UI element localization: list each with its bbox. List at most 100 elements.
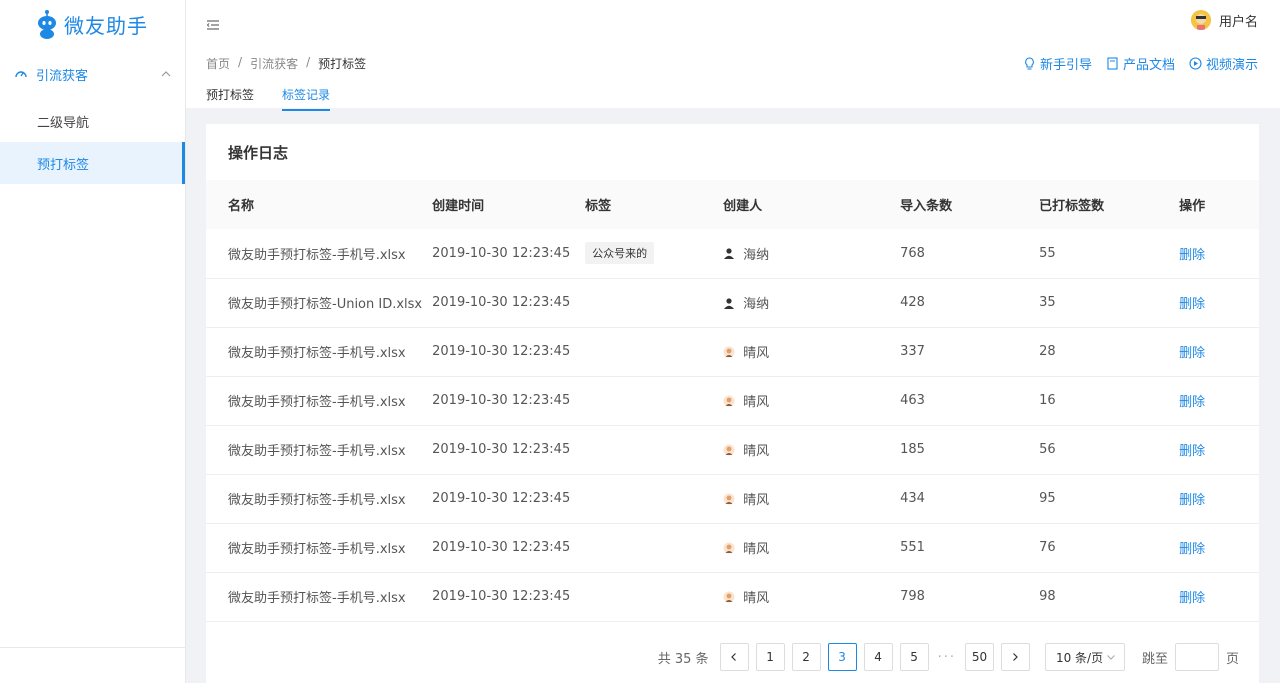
jump-page-input[interactable]	[1174, 643, 1219, 671]
cell-action: 删除	[1179, 474, 1259, 524]
cell-name: 微友助手预打标签-手机号.xlsx	[206, 376, 423, 426]
video-link[interactable]: 视频演示	[1189, 54, 1258, 73]
user-name: 用户名	[1218, 14, 1258, 30]
creator-name: 晴风	[743, 395, 770, 410]
page-size-select[interactable]: 10 条/页	[1044, 643, 1125, 671]
column-header-creator: 创建人	[723, 180, 901, 229]
breadcrumb-separator: /	[238, 55, 243, 69]
cell-name: 微友助手预打标签-手机号.xlsx	[206, 474, 423, 524]
person-icon	[723, 444, 735, 455]
creator-name: 海纳	[743, 247, 770, 263]
jump-label: 跳至	[1141, 651, 1168, 667]
tab-pretag[interactable]: 预打标签	[206, 86, 254, 111]
tag-badge: 公众号来的	[585, 242, 655, 265]
main-area: 用户名 首页 / 引流获客 / 预打标签 新手引导 产品文档 视频演示 预打标签…	[186, 0, 1280, 683]
cell-tag	[585, 278, 724, 328]
delete-link[interactable]: 删除	[1179, 248, 1205, 263]
user-menu[interactable]: 用户名	[1190, 10, 1258, 30]
person-icon	[723, 346, 735, 357]
page-button-3[interactable]: 3	[827, 643, 857, 671]
cell-creator: 晴风	[723, 523, 901, 573]
breadcrumb: 首页 / 引流获客 / 预打标签	[206, 55, 366, 72]
creator: 晴风	[723, 489, 900, 508]
creator: 海纳	[723, 293, 900, 312]
play-icon	[1189, 57, 1202, 70]
cell-action: 删除	[1179, 425, 1259, 475]
cell-creator: 海纳	[723, 229, 901, 279]
cell-action: 删除	[1179, 572, 1259, 622]
sidebar-item-label: 预打标签	[37, 157, 90, 173]
table-header-row: 名称 创建时间 标签 创建人 导入条数 已打标签数 操作	[206, 180, 1259, 229]
page-numbers: 12345	[755, 643, 929, 671]
table-row: 微友助手预打标签-手机号.xlsx 2019-10-30 12:23:45 晴风 55…	[206, 523, 1259, 573]
docs-link[interactable]: 产品文档	[1106, 54, 1175, 73]
cell-imported: 337	[900, 327, 1040, 377]
creator-name: 晴风	[743, 591, 770, 606]
guide-link[interactable]: 新手引导	[1023, 54, 1092, 73]
delete-link[interactable]: 删除	[1179, 493, 1205, 508]
pagination: 共 35 条 12345 ··· 50 10 条/页 跳至 页	[658, 643, 1239, 671]
cell-tag	[585, 523, 724, 573]
page-button-4[interactable]: 4	[863, 643, 893, 671]
creator-name: 晴风	[743, 542, 770, 557]
cell-tag	[585, 572, 724, 622]
breadcrumb-acquisition[interactable]: 引流获客	[250, 55, 298, 72]
delete-link[interactable]: 删除	[1179, 542, 1205, 557]
user-avatar-icon	[1190, 10, 1211, 30]
cell-tagged: 95	[1039, 474, 1180, 524]
delete-link[interactable]: 删除	[1179, 591, 1205, 606]
creator-name: 海纳	[743, 297, 770, 312]
sidebar-group-acquisition[interactable]: 引流获客	[0, 48, 185, 100]
cell-name: 微友助手预打标签-手机号.xlsx	[206, 572, 423, 622]
creator-name: 晴风	[743, 346, 770, 361]
cell-tag	[585, 425, 724, 475]
person-icon	[724, 297, 735, 309]
logo[interactable]: 微友助手	[0, 0, 185, 48]
delete-link[interactable]: 删除	[1179, 395, 1205, 410]
cell-created-time: 2019-10-30 12:23:45	[422, 229, 586, 279]
tabs: 预打标签 标签记录	[206, 86, 331, 111]
header: 用户名 首页 / 引流获客 / 预打标签 新手引导 产品文档 视频演示 预打标签…	[186, 0, 1280, 111]
page-button-5[interactable]: 5	[899, 643, 929, 671]
page-ellipsis[interactable]: ···	[936, 650, 958, 665]
column-header-tag: 标签	[585, 180, 724, 229]
page-button-2[interactable]: 2	[791, 643, 821, 671]
cell-imported: 185	[900, 425, 1040, 475]
sidebar-item-secondary-nav[interactable]: 二级导航	[0, 100, 185, 142]
breadcrumb-home[interactable]: 首页	[206, 55, 230, 72]
video-link-label: 视频演示	[1205, 58, 1258, 73]
cell-imported: 798	[900, 572, 1040, 622]
table-row: 微友助手预打标签-手机号.xlsx 2019-10-30 12:23:45 晴风 18…	[206, 425, 1259, 475]
sidebar-item-label: 二级导航	[37, 115, 90, 131]
delete-link[interactable]: 删除	[1179, 346, 1205, 361]
person-icon	[723, 493, 735, 504]
page-button-last[interactable]: 50	[964, 643, 994, 671]
cell-action: 删除	[1179, 229, 1259, 279]
cell-name: 微友助手预打标签-手机号.xlsx	[206, 327, 423, 377]
delete-link[interactable]: 删除	[1179, 444, 1205, 459]
cell-creator: 晴风	[723, 474, 901, 524]
log-table: 名称 创建时间 标签 创建人 导入条数 已打标签数 操作 微友助手预打标签-手机…	[206, 180, 1259, 622]
cell-created-time: 2019-10-30 12:23:45	[422, 278, 586, 328]
cell-tagged: 16	[1039, 376, 1180, 426]
cell-imported: 551	[900, 523, 1040, 573]
guide-link-label: 新手引导	[1039, 58, 1092, 73]
breadcrumb-separator: /	[306, 55, 311, 69]
logo-text: 微友助手	[64, 13, 148, 38]
cell-tagged: 98	[1039, 572, 1180, 622]
chevron-right-icon	[1013, 653, 1019, 661]
cell-imported: 434	[900, 474, 1040, 524]
robot-logo-icon	[38, 10, 56, 39]
delete-link[interactable]: 删除	[1179, 297, 1205, 312]
app-root: 微友助手 引流获客 二级导航 预打标签 用户名 首页 / 引流获客 / 预打标签…	[0, 0, 1280, 683]
person-icon	[724, 248, 735, 260]
breadcrumb-current: 预打标签	[318, 57, 367, 71]
menu-fold-icon[interactable]	[206, 18, 220, 32]
page-button-1[interactable]: 1	[755, 643, 785, 671]
prev-page-button[interactable]	[719, 643, 749, 671]
tab-tag-records[interactable]: 标签记录	[282, 86, 331, 111]
table-row: 微友助手预打标签-手机号.xlsx 2019-10-30 12:23:45 晴风 33…	[206, 327, 1259, 377]
sidebar-item-pretag[interactable]: 预打标签	[0, 142, 185, 184]
chevron-up-icon[interactable]	[161, 69, 171, 79]
next-page-button[interactable]	[1000, 643, 1030, 671]
